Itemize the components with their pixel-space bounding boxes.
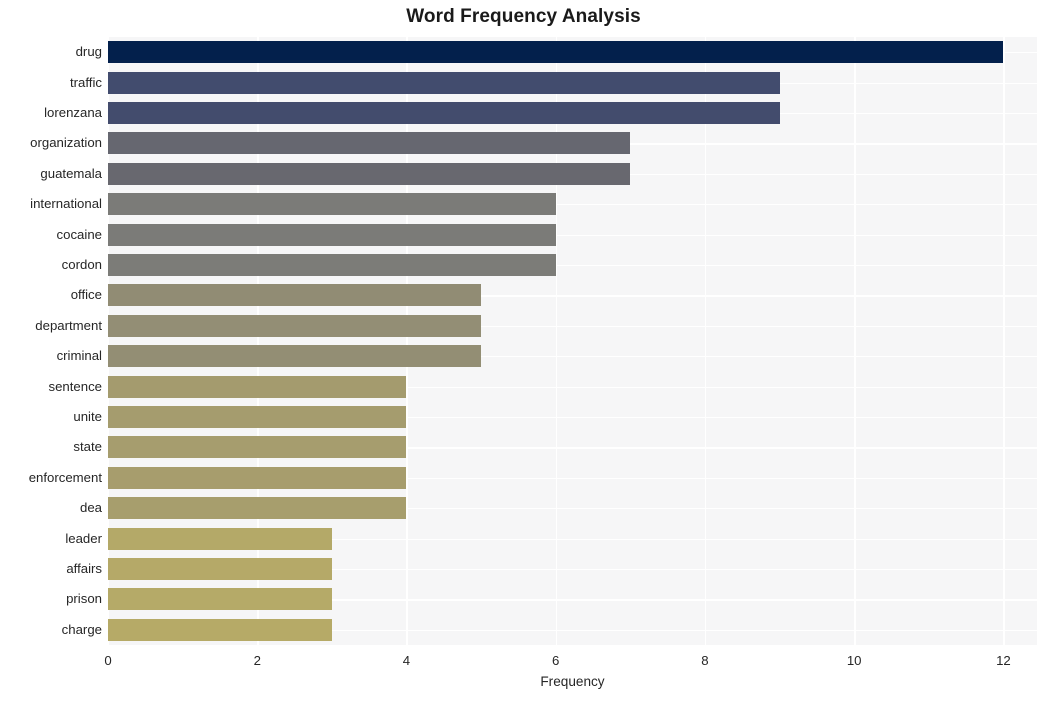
bar[interactable] — [108, 41, 1004, 64]
y-axis-tick-labels: drug traffic lorenzana organization guatemal… — [0, 37, 102, 645]
bar[interactable] — [108, 102, 780, 124]
y-tick-label: dea — [79, 500, 102, 516]
y-tick-label: guatemala — [40, 165, 102, 181]
bar[interactable] — [108, 466, 407, 489]
bar[interactable] — [108, 71, 780, 94]
y-tick-label: enforcement — [28, 469, 102, 485]
bar[interactable] — [108, 162, 631, 185]
bar[interactable] — [108, 284, 482, 307]
bar[interactable] — [108, 558, 332, 580]
x-tick-label: 8 — [701, 653, 709, 668]
word-frequency-chart: Word Frequency Analysis drug traffic loren… — [0, 0, 1047, 701]
y-tick-label: criminal — [56, 348, 102, 364]
bar[interactable] — [108, 345, 482, 368]
bar[interactable] — [108, 254, 556, 276]
y-tick-label: sentence — [48, 378, 102, 394]
bar[interactable] — [108, 406, 407, 428]
bar-series — [108, 37, 1037, 645]
bar[interactable] — [108, 436, 407, 459]
y-tick-label: prison — [66, 591, 102, 607]
y-tick-label: traffic — [69, 74, 102, 90]
bar[interactable] — [108, 375, 407, 398]
bar[interactable] — [108, 132, 631, 155]
y-tick-label: organization — [30, 135, 102, 151]
bar[interactable] — [108, 618, 332, 641]
y-tick-label: office — [70, 287, 102, 303]
chart-title: Word Frequency Analysis — [406, 6, 641, 27]
bar[interactable] — [108, 527, 332, 550]
x-tick-label: 6 — [552, 653, 560, 668]
plot-area — [108, 37, 1037, 645]
x-tick-label: 2 — [253, 653, 261, 668]
y-tick-label: leader — [65, 530, 102, 546]
x-tick-label: 12 — [996, 653, 1011, 668]
y-tick-label: lorenzana — [44, 105, 102, 120]
bar[interactable] — [108, 193, 556, 216]
bar[interactable] — [108, 497, 407, 520]
y-tick-label: cordon — [61, 257, 102, 272]
y-tick-label: department — [35, 317, 102, 333]
bar[interactable] — [108, 588, 332, 611]
bar[interactable] — [108, 223, 556, 246]
y-tick-label: charge — [61, 621, 102, 637]
x-axis-tick-labels: 0 2 4 6 8 10 12 — [104, 645, 1037, 671]
y-tick-label: unite — [73, 409, 102, 424]
y-tick-label: affairs — [66, 561, 102, 576]
y-tick-label: drug — [75, 44, 102, 60]
y-tick-label: international — [30, 196, 102, 212]
bar[interactable] — [108, 314, 482, 337]
y-tick-label: cocaine — [56, 226, 102, 242]
y-tick-label: state — [73, 439, 102, 455]
x-axis-title: Frequency — [540, 674, 605, 689]
x-tick-label: 10 — [846, 653, 862, 668]
x-tick-label: 0 — [104, 653, 112, 668]
x-tick-label: 4 — [402, 653, 411, 668]
